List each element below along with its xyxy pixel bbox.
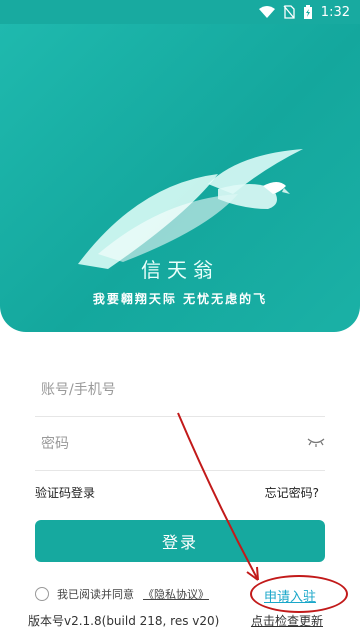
password-input[interactable] (39, 416, 303, 472)
wifi-icon (258, 6, 275, 18)
sms-login-link[interactable]: 验证码登录 (35, 484, 95, 501)
link-row: 验证码登录 忘记密码? (35, 484, 325, 504)
privacy-link[interactable]: 《隐私协议》 (143, 586, 209, 602)
agree-text: 我已阅读并同意 (57, 588, 134, 601)
eye-closed-icon[interactable] (307, 434, 325, 448)
login-button[interactable]: 登录 (35, 520, 325, 562)
apply-link[interactable]: 申请入驻 (264, 586, 316, 605)
account-input[interactable] (39, 362, 303, 418)
forgot-password-link[interactable]: 忘记密码? (265, 484, 319, 501)
version-text: 版本号v2.1.8(build 218, res v20) (28, 614, 220, 628)
slogan: 我要翱翔天际 无忧无虑的飞 (92, 292, 268, 306)
status-icons: 1:32 (258, 3, 350, 21)
status-time: 1:32 (320, 4, 350, 20)
hero-banner: 信天翁 我要翱翔天际 无忧无虑的飞 (0, 24, 360, 332)
agree-radio[interactable] (35, 587, 49, 601)
no-sim-icon (283, 5, 295, 19)
password-field[interactable] (35, 416, 325, 472)
battery-charging-icon (303, 5, 312, 19)
brand-name: 信天翁 (141, 258, 219, 282)
account-field[interactable] (35, 362, 325, 418)
status-bar: 1:32 (0, 0, 360, 24)
check-update-link[interactable]: 点击检查更新 (251, 612, 323, 629)
